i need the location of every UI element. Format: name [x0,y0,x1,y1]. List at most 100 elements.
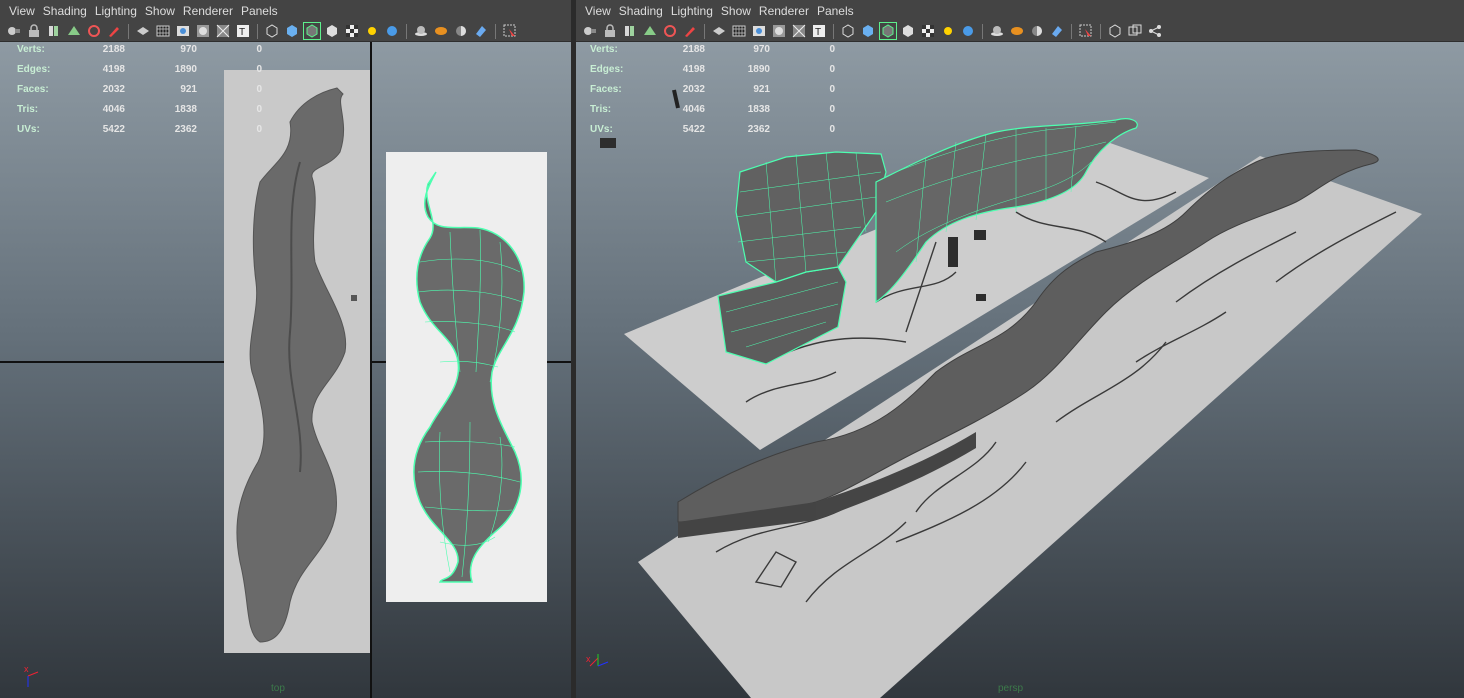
grid-icon[interactable] [155,23,171,39]
xray-icon[interactable] [135,23,151,39]
smooth-shade-icon[interactable] [860,23,876,39]
toolbar-separator [406,23,407,39]
wireframe-on-shaded-icon[interactable] [303,22,321,40]
safe-action-icon[interactable]: T [235,23,251,39]
hud-value: 970 [753,44,770,55]
film-gate-icon[interactable] [751,23,767,39]
toolbar-separator [495,23,496,39]
menu-shading[interactable]: Shading [610,4,663,18]
textured-icon[interactable] [920,23,936,39]
menu-panels[interactable]: Panels [232,4,278,18]
axis-x-line [27,671,39,677]
hud-label-tris: Tris: [17,104,39,115]
hud-value: 0 [829,84,835,95]
viewport-persp[interactable]: x Verts: Edges: Faces: Tris: UVs: 2188 9… [576,42,1464,698]
axis-z-line [597,661,609,667]
camera-name-label: top [271,683,285,694]
hud-value: 2032 [102,84,125,95]
hud-value: 0 [256,104,262,115]
panel-toolbar: T [576,21,1464,42]
use-all-lights-icon[interactable] [364,23,380,39]
hud-value: 0 [256,44,262,55]
layout-icon[interactable] [1127,23,1143,39]
single-view-icon[interactable] [1107,23,1123,39]
use-all-lights-icon[interactable] [940,23,956,39]
poly-count-hud: Verts: Edges: Faces: Tris: UVs: 2188 970… [17,44,267,144]
resolution-gate-icon[interactable] [771,23,787,39]
ambient-occlusion-icon[interactable] [989,23,1005,39]
wireframe-icon[interactable] [264,23,280,39]
hud-value: 921 [180,84,197,95]
hud-value: 5422 [102,124,125,135]
menu-view[interactable]: View [0,4,35,18]
hud-value: 2362 [174,124,197,135]
isolate-select-icon[interactable] [473,23,489,39]
menu-lighting[interactable]: Lighting [662,4,713,18]
viewport-panel-persp[interactable]: View Shading Lighting Show Renderer Pane… [576,0,1464,698]
menu-renderer[interactable]: Renderer [174,4,233,18]
resolution-gate-icon[interactable] [195,23,211,39]
select-camera-icon[interactable] [582,23,598,39]
shadows-icon[interactable] [384,23,400,39]
grid-icon[interactable] [731,23,747,39]
wireframe-icon[interactable] [840,23,856,39]
node-graph-icon[interactable] [1147,23,1163,39]
menu-show[interactable]: Show [712,4,751,18]
select-camera-icon[interactable] [6,23,22,39]
grease-pencil-icon[interactable] [682,23,698,39]
hud-value: 1890 [174,64,197,75]
hud-label-verts: Verts: [590,44,618,55]
menu-view[interactable]: View [576,4,611,18]
toolbar-separator [704,23,705,39]
hud-value: 0 [256,64,262,75]
isolate-select-icon[interactable] [1049,23,1065,39]
hud-icon[interactable] [502,23,518,39]
default-material-icon[interactable] [324,23,340,39]
smooth-shade-icon[interactable] [284,23,300,39]
camera-attributes-icon[interactable] [86,23,102,39]
axis-x-label: x [24,664,29,674]
hud-label-tris: Tris: [590,104,612,115]
safe-action-icon[interactable]: T [811,23,827,39]
antialias-icon[interactable] [1009,23,1025,39]
textured-icon[interactable] [344,23,360,39]
gate-mask-icon[interactable] [215,23,231,39]
ambient-occlusion-icon[interactable] [413,23,429,39]
hud-label-faces: Faces: [590,84,622,95]
lock-camera-icon[interactable] [602,23,618,39]
hud-label-edges: Edges: [590,64,624,75]
bookmarks-icon[interactable] [622,23,638,39]
depth-of-field-icon[interactable] [1029,23,1045,39]
viewport-top[interactable]: x Verts: Edges: Faces: Tris: UVs: 2188 9… [0,42,571,698]
grease-pencil-icon[interactable] [106,23,122,39]
gate-mask-icon[interactable] [791,23,807,39]
svg-text:T: T [239,27,245,38]
poly-count-hud: Verts: Edges: Faces: Tris: UVs: 2188 970… [590,44,850,144]
shadows-icon[interactable] [960,23,976,39]
menu-panels[interactable]: Panels [808,4,854,18]
image-plane-icon[interactable] [642,23,658,39]
viewport-panel-top[interactable]: View Shading Lighting Show Renderer Pane… [0,0,571,698]
lock-camera-icon[interactable] [26,23,42,39]
wireframe-on-shaded-icon[interactable] [879,22,897,40]
xray-icon[interactable] [711,23,727,39]
hud-label-faces: Faces: [17,84,49,95]
default-material-icon[interactable] [900,23,916,39]
camera-name-label: persp [998,683,1024,694]
antialias-icon[interactable] [433,23,449,39]
bookmarks-icon[interactable] [46,23,62,39]
depth-of-field-icon[interactable] [453,23,469,39]
hud-label-uvs: UVs: [17,124,40,135]
hud-value: 0 [829,104,835,115]
camera-attributes-icon[interactable] [662,23,678,39]
film-gate-icon[interactable] [175,23,191,39]
panel-menubar: View Shading Lighting Show Renderer Pane… [0,0,571,21]
menu-renderer[interactable]: Renderer [750,4,809,18]
hud-value: 0 [829,64,835,75]
image-plane-icon[interactable] [66,23,82,39]
menu-lighting[interactable]: Lighting [86,4,137,18]
menu-show[interactable]: Show [136,4,175,18]
axis-x-line [589,657,599,667]
menu-shading[interactable]: Shading [34,4,87,18]
hud-icon[interactable] [1078,23,1094,39]
